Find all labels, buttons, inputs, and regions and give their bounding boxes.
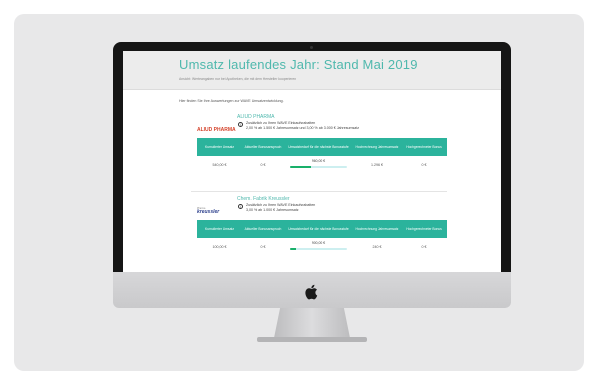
col-bonus: Hochgerechneter Bonus [406,144,442,149]
col-umsatzbedarf: Umsatzbedarf für die nächste Bonusstufe [288,226,349,231]
page-subtitle: Ansicht: Werteangaben nur bei Apotheken,… [179,77,297,81]
col-hochrechnung: Hochrechnung Jahresumsatz [355,144,399,149]
aliud-logo-text: ALIUD PHARMA [197,127,236,133]
info-line-1: Zusätzlich zu Ihren WAVE Einkaufsrabatte… [246,203,316,207]
apple-logo-icon [305,284,318,300]
info-line-2: 2,00 % ab 1.500 € Jahresumsatz und 3,00 … [246,126,360,130]
monitor-stand [274,308,350,338]
table-header: Kumulierter Umsatz Aktueller Bonusanspru… [197,220,447,238]
info-line-2: 3,00 % ab 1.000 € Jahresumsatz [246,208,299,212]
supplier-name[interactable]: Chem. Fabrik Kreussler [237,196,290,202]
table-row: 100,00 € 0 € 900,00 € 240 € 0 € [197,238,447,256]
umsatzbedarf-value: 960,00 € [311,159,326,163]
supplier-card-kreussler: kreussler Pharma Chem. Fabrik Kreussler … [191,193,447,272]
screen: Umsatz laufendes Jahr: Stand Mai 2019 An… [123,51,501,272]
cell-bonusanspruch: 0 € [260,163,266,167]
cell-kumulierter-umsatz: 540,00 € [212,163,227,167]
camera-dot [310,46,313,49]
supplier-card-aliud: ALIUD PHARMA ALIUD PHARMA i Zusätzlich z… [191,111,447,192]
cell-bonus: 0 € [421,245,427,249]
cell-umsatzbedarf: 900,00 € [284,238,353,256]
cell-bonus: 0 € [421,163,427,167]
cell-kumulierter-umsatz: 100,00 € [212,245,227,249]
supplier-name[interactable]: ALIUD PHARMA [237,114,275,120]
umsatzbedarf-value: 900,00 € [311,241,326,245]
aliud-logo: ALIUD PHARMA [197,118,236,133]
info-line-1: Zusätzlich zu Ihren WAVE Einkaufsrabatte… [246,121,316,125]
col-hochrechnung: Hochrechnung Jahresumsatz [355,226,399,231]
col-kumulierter-umsatz: Kumulierter Umsatz [205,226,234,231]
intro-text: Hier finden Sie Ihre Auswertungen zur WA… [179,99,284,103]
page-title: Umsatz laufendes Jahr: Stand Mai 2019 [179,57,418,72]
col-bonusanspruch: Aktueller Bonusanspruch [244,144,282,149]
progress-fill [290,166,311,168]
progress-fill [290,248,296,250]
info-icon: i [238,122,243,127]
info-icon: i [238,204,243,209]
kreussler-logo-sub: Pharma [197,207,206,210]
table-row: 540,00 € 0 € 960,00 € 1.296 € 0 € [197,156,447,174]
cell-bonusanspruch: 0 € [260,245,266,249]
col-kumulierter-umsatz: Kumulierter Umsatz [205,144,234,149]
col-bonus: Hochgerechneter Bonus [406,226,442,231]
cell-hochrechnung: 1.296 € [371,163,383,167]
table-header: Kumulierter Umsatz Aktueller Bonusanspru… [197,138,447,156]
col-bonusanspruch: Aktueller Bonusanspruch [244,226,282,231]
page-header: Umsatz laufendes Jahr: Stand Mai 2019 An… [123,51,501,90]
kreussler-logo: kreussler Pharma [197,200,233,215]
progress-bar [290,248,347,250]
cell-hochrechnung: 240 € [372,245,382,249]
col-umsatzbedarf: Umsatzbedarf für die nächste Bonusstufe [288,144,349,149]
imac-monitor: Umsatz laufendes Jahr: Stand Mai 2019 An… [113,42,511,272]
cell-umsatzbedarf: 960,00 € [284,156,353,174]
monitor-base [257,337,367,342]
progress-bar [290,166,347,168]
